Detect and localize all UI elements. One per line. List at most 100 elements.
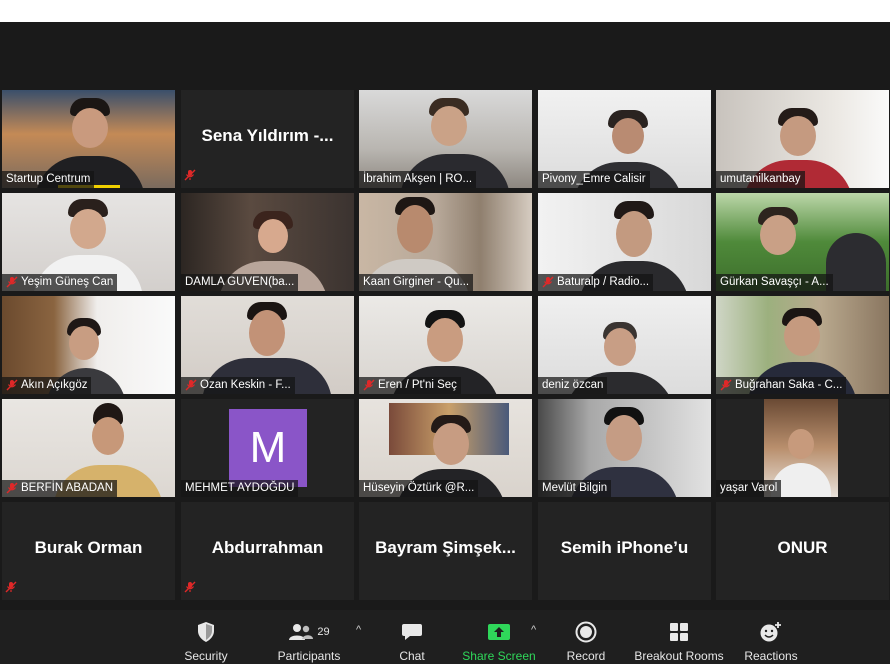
participant-tile[interactable]: Semih iPhone’u [538, 502, 711, 600]
participant-name: Pivony_Emre Calisir [538, 171, 650, 188]
participant-display-name: Semih iPhone’u [560, 538, 689, 557]
participant-tile[interactable]: Abdurrahman [181, 502, 354, 600]
breakout-rooms-label: Breakout Rooms [634, 649, 724, 663]
participant-tile[interactable]: Ozan Keskin - F... [181, 296, 354, 394]
participant-tile[interactable]: Mevlüt Bilgin [538, 399, 711, 497]
chevron-up-icon[interactable]: ^ [356, 624, 361, 636]
participant-display-name: ONUR [777, 538, 828, 557]
participant-tile[interactable]: Yeşim Güneş Can [2, 193, 175, 291]
breakout-rooms-icon [669, 618, 689, 646]
participant-name: Hüseyin Öztürk @R... [359, 480, 479, 497]
person-head [433, 423, 469, 465]
participant-name: Akın Açıkgöz [2, 377, 92, 394]
person-head [780, 116, 816, 156]
muted-mic-icon [185, 379, 197, 391]
participant-tile[interactable]: İbrahim Akşen | RO... [359, 90, 532, 188]
participants-button[interactable]: 29 Participants [272, 610, 346, 664]
share-screen-icon [487, 618, 511, 646]
participant-tile[interactable]: Sena Yıldırım -... [181, 90, 354, 188]
chevron-up-icon[interactable]: ^ [531, 624, 536, 636]
participant-tile[interactable]: Pivony_Emre Calisir [538, 90, 711, 188]
participant-tile[interactable]: Hüseyin Öztürk @R... [359, 399, 532, 497]
participant-name: Startup Centrum [2, 171, 95, 188]
participant-name: Buğrahan Saka - C... [716, 377, 847, 394]
person-head [431, 106, 467, 146]
participant-tile[interactable]: yaşar Varol [716, 399, 889, 497]
participant-name: DAMLA GUVEN(ba... [181, 274, 299, 291]
participant-display-name: Bayram Şimşek... [375, 538, 516, 557]
muted-mic-icon [6, 482, 18, 494]
participant-name: BERFİN ABADAN [2, 480, 118, 497]
participant-tile[interactable]: BERFİN ABADAN [2, 399, 175, 497]
muted-mic-icon [184, 580, 196, 598]
participant-name: İbrahim Akşen | RO... [359, 171, 477, 188]
person-body [826, 233, 886, 291]
chat-label: Chat [399, 649, 425, 663]
reactions-button[interactable]: Reactions [740, 610, 802, 664]
participant-tile[interactable]: Bayram Şimşek... [359, 502, 532, 600]
muted-mic-icon [6, 276, 18, 288]
participant-tile[interactable]: M MEHMET AYDOĞDU [181, 399, 354, 497]
person-head [70, 209, 106, 249]
participant-tile[interactable]: Akın Açıkgöz [2, 296, 175, 394]
muted-mic-icon [6, 379, 18, 391]
person-head [612, 118, 644, 154]
participant-display-name: Abdurrahman [211, 538, 324, 557]
participant-display-name: Sena Yıldırım -... [201, 126, 334, 145]
record-button[interactable]: Record [562, 610, 610, 664]
person-head [427, 318, 463, 362]
participant-tile[interactable]: Startup Centrum [2, 90, 175, 188]
person-head [397, 205, 433, 253]
participant-tile[interactable]: deniz özcan [538, 296, 711, 394]
participant-name: Kaan Girginer - Qu... [359, 274, 474, 291]
record-label: Record [566, 649, 606, 663]
person-head [249, 310, 285, 356]
participant-tile[interactable]: DAMLA GUVEN(ba... [181, 193, 354, 291]
muted-mic-icon [542, 276, 554, 288]
participant-tile[interactable]: Eren / Pt'ni Seç [359, 296, 532, 394]
security-button[interactable]: Security [178, 610, 234, 664]
muted-mic-icon [720, 379, 732, 391]
participant-tile[interactable]: Gürkan Savaşçı - A... [716, 193, 889, 291]
person-head [69, 326, 99, 360]
participant-count: 29 [317, 626, 330, 638]
person-head [760, 215, 796, 255]
person-head [784, 316, 820, 356]
person-head [606, 415, 642, 461]
muted-mic-icon [184, 168, 196, 186]
security-label: Security [184, 649, 228, 663]
participant-name: Eren / Pt'ni Seç [359, 377, 461, 394]
participant-display-name: Burak Orman [34, 538, 143, 557]
participant-name: deniz özcan [538, 377, 608, 394]
participant-name: Baturalp / Radio... [538, 274, 654, 291]
chat-button[interactable]: Chat [392, 610, 432, 664]
participant-tile[interactable]: umutanilkanbay [716, 90, 889, 188]
breakout-rooms-button[interactable]: Breakout Rooms [632, 610, 726, 664]
participants-label: Participants [277, 649, 341, 663]
reactions-icon [759, 618, 783, 646]
participant-name: Yeşim Güneş Can [2, 274, 118, 291]
participant-avatar: M [229, 409, 307, 487]
participant-tile[interactable]: Buğrahan Saka - C... [716, 296, 889, 394]
person-head [604, 328, 636, 366]
chat-icon [401, 618, 423, 646]
muted-mic-icon [363, 379, 375, 391]
participant-name: Gürkan Savaşçı - A... [716, 274, 833, 291]
participant-tile[interactable]: Baturalp / Radio... [538, 193, 711, 291]
participant-name: MEHMET AYDOĞDU [181, 480, 299, 497]
participant-name: Mevlüt Bilgin [538, 480, 612, 497]
person-head [258, 219, 288, 253]
share-screen-button[interactable]: Share Screen [462, 610, 536, 664]
shield-icon [196, 618, 216, 646]
participant-tile[interactable]: ONUR [716, 502, 889, 600]
participant-tile[interactable]: Burak Orman [2, 502, 175, 600]
person-head [92, 417, 124, 455]
share-screen-label: Share Screen [462, 649, 536, 663]
participant-tile-active-speaker[interactable]: Kaan Girginer - Qu... [359, 193, 532, 291]
meeting-toolbar: Security 29 Participants ^ Chat Share Sc… [0, 610, 890, 664]
participant-name: yaşar Varol [716, 480, 782, 497]
reactions-label: Reactions [744, 649, 798, 663]
record-icon [575, 618, 597, 646]
window-top-bar [0, 0, 890, 22]
muted-mic-icon [5, 580, 17, 598]
